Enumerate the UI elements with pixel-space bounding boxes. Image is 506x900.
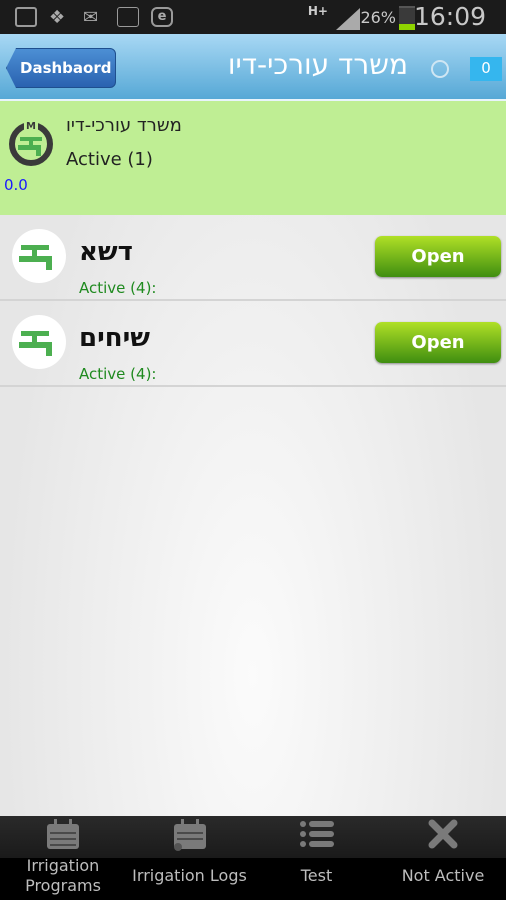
refresh-spinner-icon[interactable]	[431, 60, 449, 78]
tab-irrigation-programs[interactable]: Irrigation Programs	[0, 816, 126, 900]
signal-icon	[336, 8, 360, 30]
header: Dashbaord משרד עורכי-דיו 0	[0, 34, 506, 101]
gallery-icon	[15, 7, 37, 27]
tab-label: Programs	[25, 876, 101, 895]
tab-not-active[interactable]: Not Active	[380, 816, 506, 900]
tab-test[interactable]: Test	[253, 816, 380, 900]
email-icon: ✉	[83, 7, 99, 28]
hub-name: משרד עורכי-דיו	[66, 115, 182, 136]
valve-status: Active (4):	[79, 279, 157, 297]
battery-percent: 26%	[360, 8, 396, 27]
monitor-icon	[117, 7, 139, 27]
calendar-icon	[47, 819, 79, 849]
tab-label: Irrigation Logs	[132, 866, 247, 885]
bottom-tab-bar: Irrigation Programs Irrigation Logs Test …	[0, 816, 506, 900]
dashboard-back-button[interactable]: Dashbaord	[6, 48, 116, 88]
hub-logo-icon: M	[9, 120, 53, 166]
tab-label: Test	[300, 866, 333, 885]
hub-panel[interactable]: M משרד עורכי-דיו Active (1) 0.0	[0, 101, 506, 215]
valve-name: דשא	[79, 237, 133, 267]
hub-status: Active (1)	[66, 149, 153, 170]
clock: 16:09	[413, 2, 486, 31]
open-button[interactable]: Open	[375, 322, 501, 363]
svg-text:M: M	[26, 121, 36, 132]
open-button[interactable]: Open	[375, 236, 501, 277]
close-icon	[428, 819, 458, 849]
faucet-icon	[12, 229, 66, 283]
faucet-icon	[12, 315, 66, 369]
mail-icon[interactable]: 0	[470, 57, 502, 81]
list-icon	[299, 821, 334, 847]
valve-row: דשא Active (4): Open	[0, 215, 506, 301]
valve-row: שיחים Active (4): Open	[0, 301, 506, 387]
valve-status: Active (4):	[79, 365, 157, 383]
tab-label: Irrigation	[26, 856, 100, 875]
dropbox-icon: ❖	[49, 7, 66, 28]
e-icon: e	[151, 7, 173, 27]
page-title: משרד עורכי-דיו	[227, 48, 408, 81]
network-type: H+	[307, 4, 328, 18]
battery-icon	[399, 6, 415, 30]
hub-value: 0.0	[4, 176, 28, 194]
tab-irrigation-logs[interactable]: Irrigation Logs	[126, 816, 253, 900]
calendar-drop-icon	[173, 819, 206, 851]
status-bar: ❖ ✉ e H+ 26% 16:09	[0, 0, 506, 34]
valve-name: שיחים	[79, 323, 150, 353]
tab-label: Not Active	[401, 866, 485, 885]
